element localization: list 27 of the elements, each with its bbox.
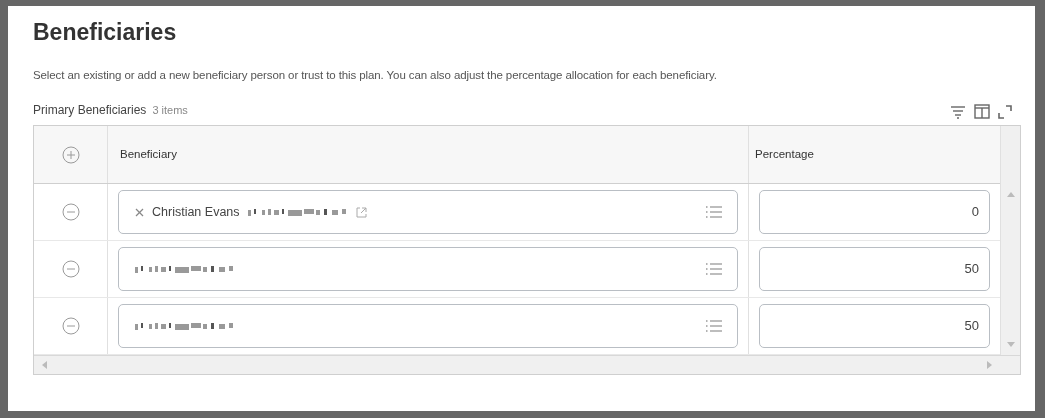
percentage-field[interactable]: 0 xyxy=(759,190,990,234)
beneficiary-field[interactable] xyxy=(118,304,738,348)
vertical-scrollbar[interactable] xyxy=(1000,126,1020,355)
beneficiary-field[interactable]: Christian Evans xyxy=(118,190,738,234)
description-text: Select an existing or add a new beneficiary person or trust to this plan. You can also adjust the percentage allocation for each beneficiary. xyxy=(33,67,718,83)
column-header: Percentage xyxy=(754,146,815,162)
page-title: Beneficiaries xyxy=(33,18,178,47)
remove-row-icon[interactable] xyxy=(61,317,80,335)
columns-icon[interactable] xyxy=(974,104,990,119)
list-icon[interactable] xyxy=(705,205,723,219)
grid-title: Primary Beneficiaries xyxy=(33,102,147,119)
item-count: 3 items xyxy=(152,103,188,118)
horizontal-scrollbar[interactable] xyxy=(34,355,1020,374)
list-icon[interactable] xyxy=(705,319,723,333)
remove-icon[interactable] xyxy=(135,207,144,217)
remove-row-icon[interactable] xyxy=(61,260,80,278)
column-header: Beneficiary xyxy=(108,126,749,183)
remove-row-icon[interactable] xyxy=(61,203,80,221)
filter-icon[interactable] xyxy=(950,104,966,119)
beneficiary-field[interactable] xyxy=(118,247,738,291)
expand-icon[interactable] xyxy=(998,104,1012,119)
percentage-field[interactable]: 50 xyxy=(759,304,990,348)
percentage-field[interactable]: 50 xyxy=(759,247,990,291)
list-icon[interactable] xyxy=(705,262,723,276)
external-link-icon[interactable] xyxy=(355,206,367,218)
add-row-icon[interactable] xyxy=(61,145,80,164)
beneficiary-name: Christian Evans xyxy=(152,203,240,221)
